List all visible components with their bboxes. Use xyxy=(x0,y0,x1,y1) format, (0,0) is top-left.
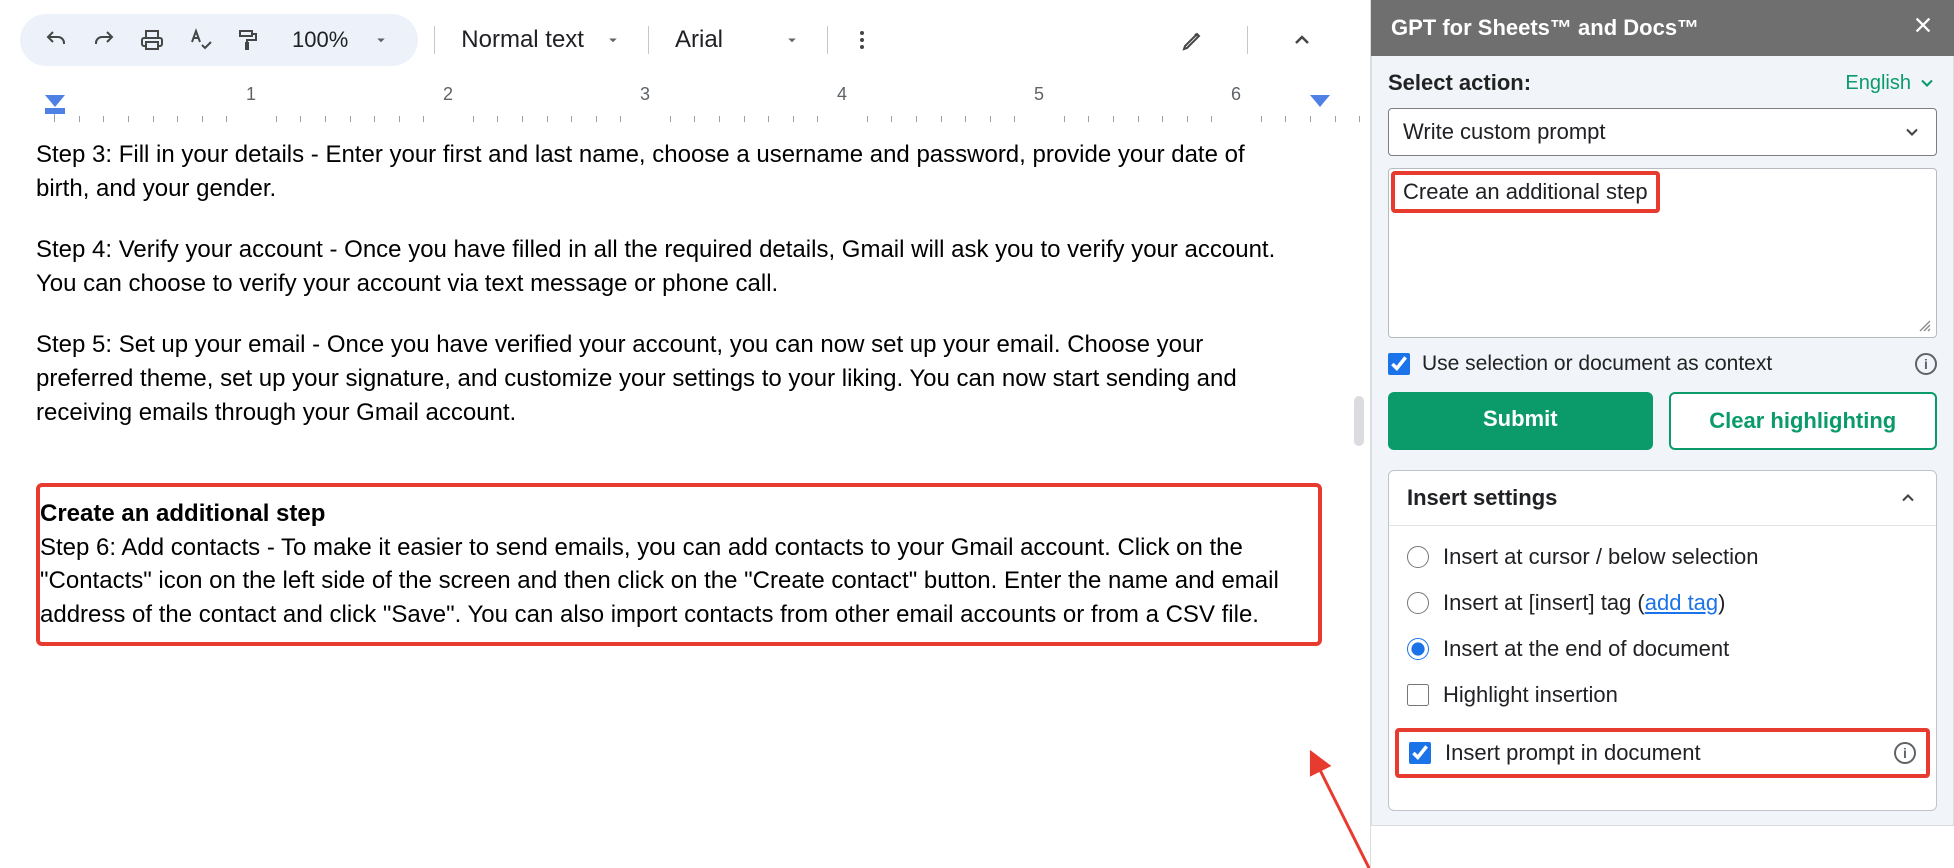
ruler-number: 1 xyxy=(246,84,256,105)
insert-cursor-option[interactable]: Insert at cursor / below selection xyxy=(1407,544,1918,570)
output-title[interactable]: Create an additional step xyxy=(40,500,325,527)
action-dropdown[interactable]: Write custom prompt xyxy=(1388,108,1937,156)
scrollbar-thumb[interactable] xyxy=(1354,396,1364,446)
caret-down-icon xyxy=(604,31,622,49)
undo-icon xyxy=(44,28,68,52)
language-value: English xyxy=(1845,72,1911,95)
prompt-highlight-box: Create an additional step xyxy=(1391,171,1660,213)
info-icon[interactable]: i xyxy=(1915,353,1937,375)
separator xyxy=(648,26,649,54)
insert-settings-label: Insert settings xyxy=(1407,485,1557,511)
use-context-label: Use selection or document as context xyxy=(1422,352,1772,376)
insert-end-label: Insert at the end of document xyxy=(1443,636,1729,662)
print-icon xyxy=(140,28,164,52)
chevron-up-icon xyxy=(1290,28,1314,52)
paragraph-style-value: Normal text xyxy=(461,26,584,54)
addon-sidebar: GPT for Sheets™ and Docs™ Select action:… xyxy=(1370,0,1954,868)
more-vertical-icon xyxy=(850,28,874,52)
panel-title: GPT for Sheets™ and Docs™ xyxy=(1391,15,1699,41)
language-dropdown[interactable]: English xyxy=(1845,72,1937,95)
zoom-value: 100% xyxy=(288,27,352,53)
undo-button[interactable] xyxy=(38,22,74,58)
spellcheck-icon xyxy=(188,28,212,52)
insert-prompt-checkbox[interactable] xyxy=(1409,742,1431,764)
close-panel-button[interactable] xyxy=(1912,14,1934,42)
submit-button[interactable]: Submit xyxy=(1388,392,1653,450)
font-family-value: Arial xyxy=(675,26,723,54)
insert-prompt-label: Insert prompt in document xyxy=(1445,740,1701,766)
chevron-down-icon xyxy=(1917,73,1937,93)
paragraph[interactable]: Step 3: Fill in your details - Enter you… xyxy=(36,138,1276,205)
separator xyxy=(1247,26,1248,54)
annotated-output-box: Create an additional step Step 6: Add co… xyxy=(36,483,1322,645)
insert-tag-option[interactable]: Insert at [insert] tag (add tag) xyxy=(1407,590,1918,616)
ruler[interactable]: 1 2 3 4 5 6 xyxy=(20,82,1350,122)
spellcheck-button[interactable] xyxy=(182,22,218,58)
paragraph-style-dropdown[interactable]: Normal text xyxy=(451,26,632,54)
insert-end-radio[interactable] xyxy=(1407,638,1429,660)
insert-prompt-option[interactable]: Insert prompt in document i xyxy=(1395,728,1930,778)
zoom-dropdown[interactable]: 100% xyxy=(278,27,400,53)
redo-button[interactable] xyxy=(86,22,122,58)
left-indent-marker[interactable] xyxy=(45,95,65,120)
font-family-dropdown[interactable]: Arial xyxy=(665,26,811,54)
highlight-insertion-option[interactable]: Highlight insertion xyxy=(1407,682,1918,708)
insert-tag-label: Insert at [insert] tag (add tag) xyxy=(1443,590,1725,616)
paint-roller-icon xyxy=(236,28,260,52)
insert-end-option[interactable]: Insert at the end of document xyxy=(1407,636,1918,662)
more-tools-button[interactable] xyxy=(844,22,880,58)
chevron-down-icon xyxy=(1902,122,1922,142)
info-icon[interactable]: i xyxy=(1894,742,1916,764)
prompt-textarea[interactable]: Create an additional step xyxy=(1388,168,1937,338)
paint-format-button[interactable] xyxy=(230,22,266,58)
select-action-label: Select action: xyxy=(1388,70,1531,96)
separator xyxy=(434,26,435,54)
highlight-insertion-checkbox[interactable] xyxy=(1407,684,1429,706)
paragraph[interactable]: Step 5: Set up your email - Once you hav… xyxy=(36,328,1276,429)
use-context-checkbox[interactable] xyxy=(1388,353,1410,375)
right-indent-marker[interactable] xyxy=(1310,95,1330,120)
paragraph[interactable]: Step 4: Verify your account - Once you h… xyxy=(36,233,1276,300)
redo-icon xyxy=(92,28,116,52)
collapse-toolbar-button[interactable] xyxy=(1284,22,1320,58)
insert-settings-toggle[interactable]: Insert settings xyxy=(1389,471,1936,526)
insert-cursor-label: Insert at cursor / below selection xyxy=(1443,544,1758,570)
print-button[interactable] xyxy=(134,22,170,58)
ruler-number: 4 xyxy=(837,84,847,105)
document-body[interactable]: Step 3: Fill in your details - Enter you… xyxy=(0,122,1370,646)
chevron-up-icon xyxy=(1898,488,1918,508)
ruler-number: 6 xyxy=(1231,84,1241,105)
insert-cursor-radio[interactable] xyxy=(1407,546,1429,568)
pencil-icon xyxy=(1181,28,1205,52)
output-body[interactable]: Step 6: Add contacts - To make it easier… xyxy=(40,531,1310,632)
action-value: Write custom prompt xyxy=(1403,119,1606,145)
close-icon xyxy=(1912,14,1934,36)
editing-mode-button[interactable] xyxy=(1175,22,1211,58)
resize-grip-icon[interactable] xyxy=(1918,319,1932,333)
highlight-insertion-label: Highlight insertion xyxy=(1443,682,1618,708)
prompt-text: Create an additional step xyxy=(1403,179,1648,204)
toolbar-group-main: 100% xyxy=(20,14,418,66)
add-tag-link[interactable]: add tag xyxy=(1645,590,1718,615)
ruler-number: 5 xyxy=(1034,84,1044,105)
clear-highlighting-button[interactable]: Clear highlighting xyxy=(1669,392,1938,450)
ruler-number: 3 xyxy=(640,84,650,105)
insert-tag-radio[interactable] xyxy=(1407,592,1429,614)
toolbar: 100% Normal text Arial xyxy=(0,0,1370,82)
caret-down-icon xyxy=(372,31,390,49)
caret-down-icon xyxy=(783,31,801,49)
separator xyxy=(827,26,828,54)
ruler-number: 2 xyxy=(443,84,453,105)
panel-header: GPT for Sheets™ and Docs™ xyxy=(1371,0,1954,56)
insert-settings-section: Insert settings Insert at cursor / below… xyxy=(1388,470,1937,811)
